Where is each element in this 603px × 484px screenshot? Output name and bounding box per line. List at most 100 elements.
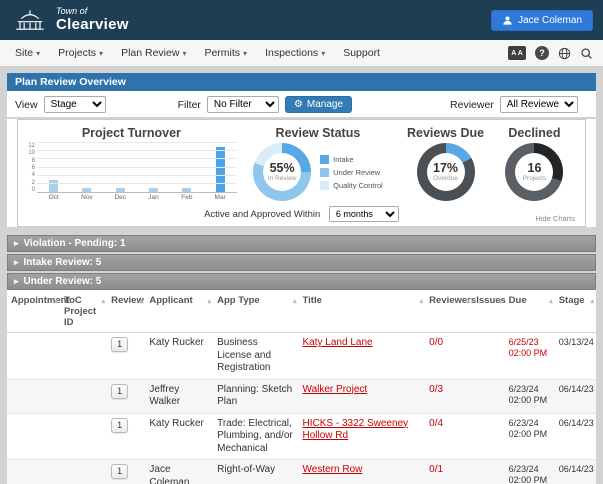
section-under-review[interactable]: Under Review: 5 (7, 273, 596, 290)
x-axis-labels: Oct Nov Dec Jan Feb Mar (48, 194, 226, 201)
main-nav: Site Projects Plan Review Permits Inspec… (0, 40, 603, 67)
filter-select[interactable]: No Filter (206, 96, 279, 113)
town-logo-icon (16, 10, 44, 30)
manage-filters-button[interactable]: Manage (284, 96, 353, 113)
legend-swatch (320, 167, 330, 177)
review-count-badge[interactable]: 1 (111, 464, 129, 480)
appointment-cell (7, 332, 60, 379)
issues-cell (472, 412, 505, 460)
appointment-cell (7, 412, 60, 460)
issues-cell (472, 459, 505, 484)
col-reviewers[interactable]: Reviewers (425, 290, 476, 333)
applicant-cell: Katy Rucker (145, 412, 214, 460)
reviews-due-donut: 17% Overdue (416, 143, 475, 201)
legend-swatch (320, 154, 330, 164)
view-label: View (15, 98, 38, 111)
reviewers-cell: 0/4 (425, 412, 473, 460)
app-type-cell: Planning: Sketch Plan (213, 378, 299, 413)
text-size-icon[interactable] (508, 46, 526, 60)
help-icon[interactable] (535, 46, 549, 60)
chevron-right-icon (14, 257, 19, 268)
review-count-badge[interactable]: 1 (111, 417, 129, 433)
filter-label: Filter (177, 98, 201, 111)
table-row: 1 Katy Rucker Trade: Electrical, Plumbin… (7, 412, 596, 460)
chevron-down-icon (36, 47, 40, 59)
hide-charts-link[interactable]: Hide Charts (535, 214, 575, 223)
col-issues[interactable]: Issues (472, 290, 506, 333)
col-project-id[interactable]: ToC Project ID (60, 290, 108, 333)
under-review-table: Appointment ToC Project ID Review Applic… (7, 290, 596, 484)
project-turnover-chart: Project Turnover 12 10 8 6 4 2 0 Oct Nov Dec Jan F… (26, 126, 237, 201)
search-icon[interactable] (580, 47, 593, 60)
col-applicant[interactable]: Applicant (145, 290, 214, 333)
user-menu-button[interactable]: Jace Coleman (491, 9, 593, 31)
stage-cell: 06/14/23 (554, 378, 596, 413)
table-row: 1 Katy Rucker Business License and Regis… (7, 332, 596, 379)
appointment-cell (7, 459, 60, 484)
period-label: Active and Approved Within (204, 209, 321, 220)
review-count-badge[interactable]: 1 (111, 337, 129, 353)
col-title[interactable]: Title (298, 290, 426, 333)
legend-swatch (320, 180, 330, 190)
project-id-cell (60, 378, 108, 413)
nav-item-inspections[interactable]: Inspections (256, 40, 334, 67)
declined-donut: 16 Projects (505, 143, 564, 201)
app-type-cell: Business License and Registration (213, 332, 299, 379)
user-name-label: Jace Coleman (518, 14, 582, 26)
nav-item-plan-review[interactable]: Plan Review (112, 40, 195, 67)
title-link[interactable]: HICKS - 3322 Sweeney Hollow Rd (303, 418, 409, 442)
gear-icon (294, 99, 303, 110)
reviewers-cell: 0/0 (425, 332, 473, 379)
appointment-cell (7, 378, 60, 413)
nav-item-projects[interactable]: Projects (49, 40, 112, 67)
y-axis-labels: 12 10 8 6 4 2 0 (28, 143, 35, 193)
title-link[interactable]: Western Row (303, 464, 363, 475)
stage-cell: 06/14/23 (554, 412, 596, 460)
applicant-cell: Jace Coleman (145, 459, 214, 484)
nav-item-permits[interactable]: Permits (195, 40, 256, 67)
project-id-cell (60, 412, 108, 460)
app-header: Town of Clearview Jace Coleman (0, 0, 603, 40)
reviewer-select[interactable]: All Reviewers (499, 96, 578, 113)
col-stage[interactable]: Stage (554, 290, 596, 333)
applicant-cell: Katy Rucker (145, 332, 214, 379)
nav-item-support[interactable]: Support (334, 40, 389, 67)
reviews-due-chart: Reviews Due 17% Overdue (399, 126, 492, 201)
table-row: 1 Jeffrey Walker Planning: Sketch Plan W… (7, 378, 596, 413)
globe-icon[interactable] (558, 47, 571, 60)
reviewer-label: Reviewer (450, 98, 494, 111)
reviewers-cell: 0/3 (425, 378, 473, 413)
col-review[interactable]: Review (107, 290, 146, 333)
review-status-donut: 55% In Review (253, 143, 312, 201)
review-status-chart: Review Status 55% In Review Intake Under… (237, 126, 399, 201)
section-violation-pending[interactable]: Violation - Pending: 1 (7, 235, 596, 252)
chevron-right-icon (14, 238, 19, 249)
nav-item-site[interactable]: Site (6, 40, 49, 67)
review-status-legend: Intake Under Review Quality Control (320, 154, 383, 190)
review-count-badge[interactable]: 1 (111, 383, 129, 399)
brand-home-link[interactable]: Town of Clearview (10, 6, 129, 33)
filter-bar: View Stage Filter No Filter Manage Revie… (7, 91, 596, 117)
section-intake-review[interactable]: Intake Review: 5 (7, 254, 596, 271)
chevron-down-icon (243, 47, 247, 59)
app-window: Town of Clearview Jace Coleman Site Proj… (0, 0, 603, 484)
view-select[interactable]: Stage (43, 96, 106, 113)
reviewers-cell: 0/1 (425, 459, 473, 484)
chevron-down-icon (321, 47, 325, 59)
stage-cell: 06/14/23 (554, 459, 596, 484)
due-cell: 6/25/23 02:00 PM (508, 337, 548, 359)
col-app-type[interactable]: App Type (213, 290, 299, 333)
project-id-cell (60, 459, 108, 484)
due-cell: 6/23/24 02:00 PM (508, 383, 548, 405)
col-appointment[interactable]: Appointment (7, 290, 70, 333)
issues-cell (472, 378, 505, 413)
applicant-cell: Jeffrey Walker (145, 378, 214, 413)
due-cell: 6/23/24 02:00 PM (508, 417, 548, 439)
project-id-cell (60, 332, 108, 379)
title-link[interactable]: Katy Land Lane (303, 337, 373, 348)
brand-name: Clearview (56, 15, 129, 33)
title-link[interactable]: Walker Project (303, 384, 368, 395)
period-select[interactable]: 6 months (328, 206, 399, 222)
col-due[interactable]: Due (504, 290, 555, 333)
person-icon (503, 15, 512, 25)
